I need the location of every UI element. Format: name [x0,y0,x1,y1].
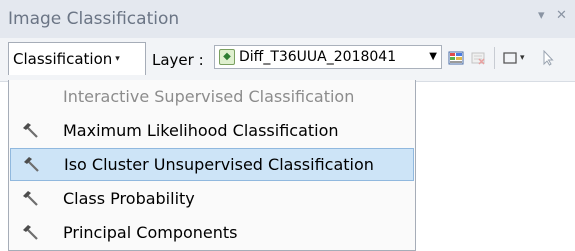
classification-dropdown-menu: Interactive Supervised Classification Ma… [8,80,416,251]
menu-item-iso-cluster-unsupervised-classification[interactable]: Iso Cluster Unsupervised Classification [10,148,414,181]
image-classification-toolbar: Classification ▾ Layer : ◆ Diff_T36UUA_2… [0,38,575,82]
hammer-icon [22,122,40,140]
menu-item-principal-components[interactable]: Principal Components [9,216,415,249]
close-icon[interactable]: ✕ [556,8,567,23]
menu-item-label: Iso Cluster Unsupervised Classification [64,155,374,174]
layer-select-value: Diff_T36UUA_2018041 [239,49,397,65]
chevron-down-icon[interactable]: ▾ [520,53,530,69]
toolbar-separator [494,47,495,69]
clear-samples-icon[interactable] [470,50,486,66]
window-titlebar[interactable]: Image Classification ▾ ✕ [0,0,575,39]
layer-label: Layer : [152,51,204,69]
menu-item-class-probability[interactable]: Class Probability [9,182,415,215]
select-training-sample-icon[interactable] [540,49,556,66]
menu-item-label: Maximum Likelihood Classification [63,121,339,140]
draw-polygon-icon[interactable] [502,50,518,66]
menu-item-interactive-supervised-classification[interactable]: Interactive Supervised Classification [9,80,415,113]
menu-item-label: Class Probability [63,189,195,208]
classification-menu-button[interactable]: Classification ▾ [8,42,146,75]
classification-menu-label: Classification [13,50,113,68]
raster-layer-icon: ◆ [219,49,235,65]
layer-select[interactable]: ◆ Diff_T36UUA_2018041 ▼ [214,45,442,69]
training-sample-manager-icon[interactable] [448,50,464,66]
window-dropdown-icon[interactable]: ▾ [538,8,545,23]
menu-item-label: Principal Components [63,223,238,242]
menu-item-label: Interactive Supervised Classification [63,87,355,106]
menu-item-maximum-likelihood-classification[interactable]: Maximum Likelihood Classification [9,114,415,147]
chevron-down-icon: ▾ [115,54,120,64]
hammer-icon [23,156,41,174]
window-title: Image Classification [8,9,180,29]
hammer-icon [22,190,40,208]
chevron-down-icon: ▼ [429,51,437,62]
hammer-icon [22,224,40,242]
